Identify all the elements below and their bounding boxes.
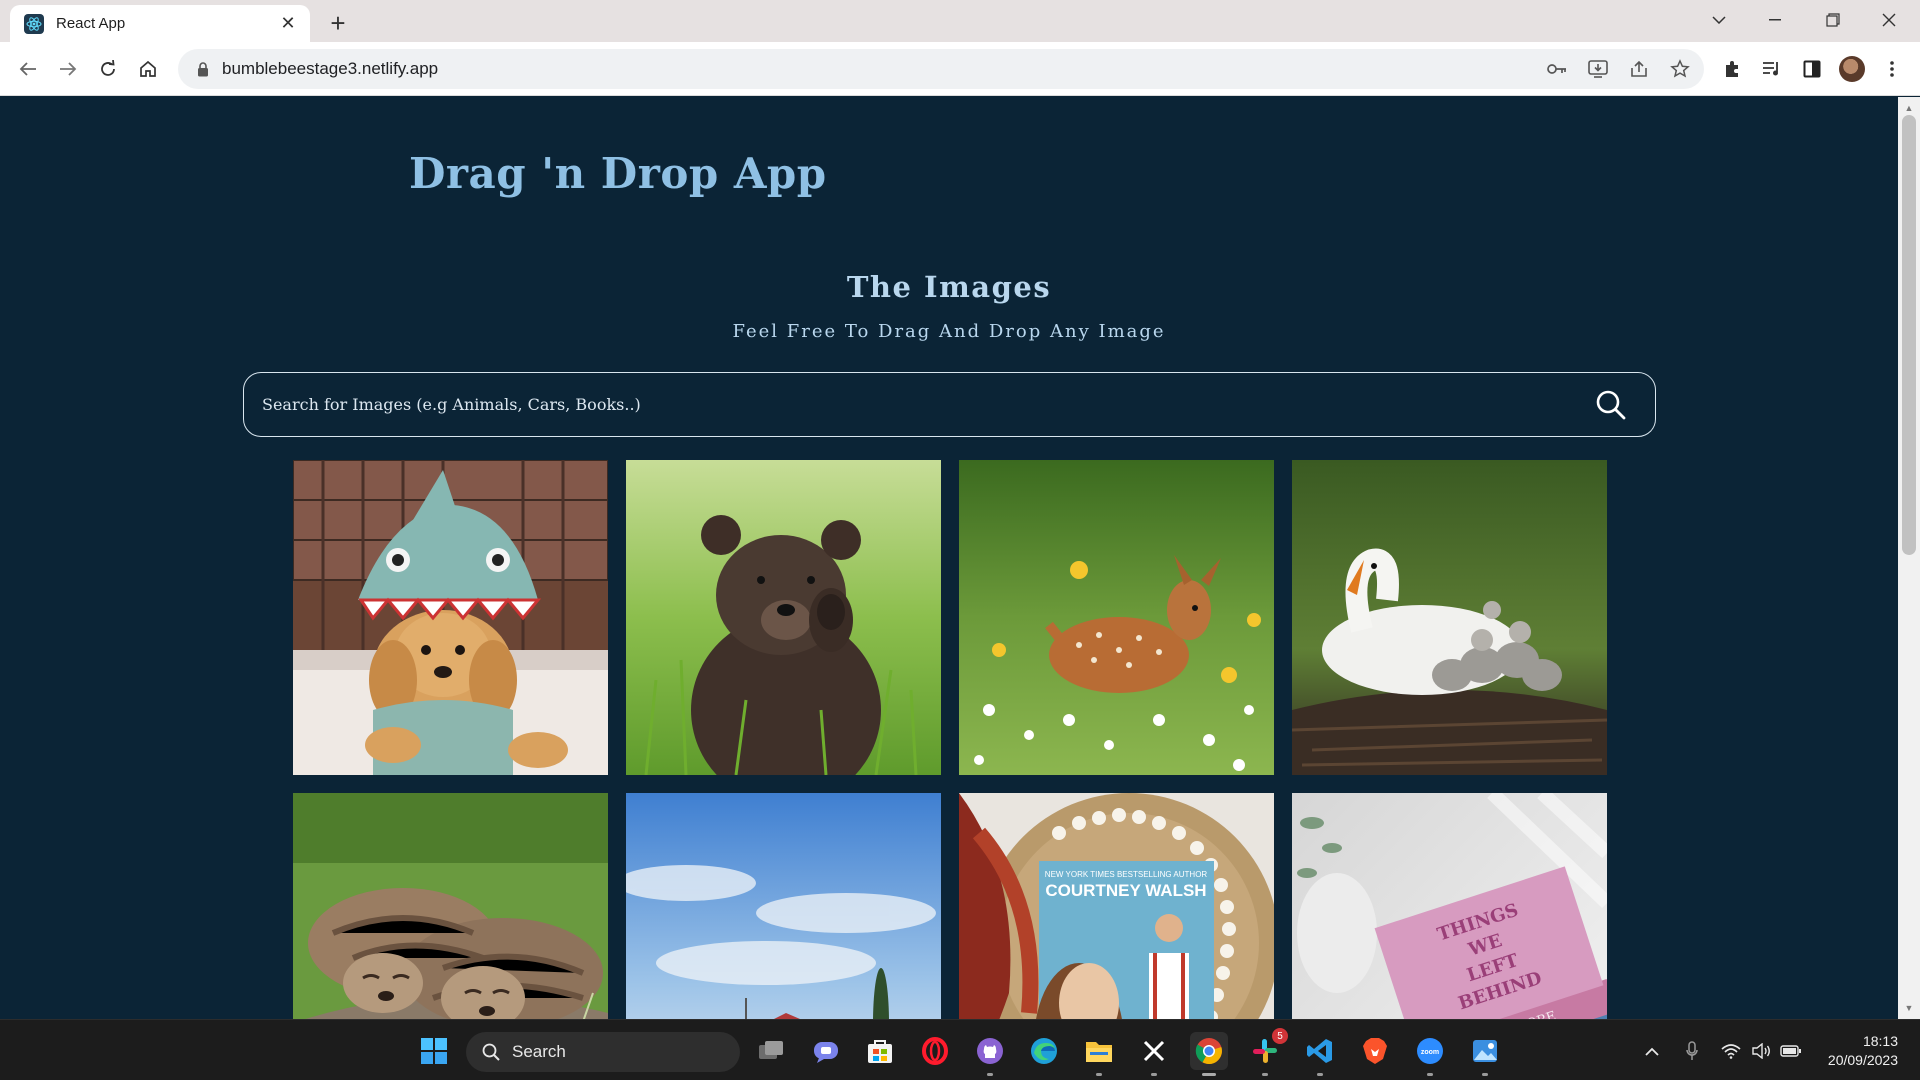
scrollbar-thumb[interactable] [1902, 115, 1916, 555]
taskbar-search-icon [482, 1043, 500, 1061]
password-key-icon[interactable] [1540, 52, 1574, 86]
puppy-shark-image [293, 460, 608, 775]
tab-search-chevron-icon[interactable] [1696, 4, 1742, 36]
image-card-fawn[interactable] [959, 460, 1274, 775]
book-tray-image: NEW YORK TIMES BESTSELLING AUTHOR COURTN… [959, 793, 1274, 1019]
bear-cub-image [626, 460, 941, 775]
image-card-book-tray[interactable]: NEW YORK TIMES BESTSELLING AUTHOR COURTN… [959, 793, 1274, 1019]
new-tab-button[interactable]: + [324, 8, 352, 38]
clock-date: 20/09/2023 [1827, 1052, 1898, 1068]
volume-icon[interactable] [1749, 1039, 1773, 1063]
image-card-bear-cub[interactable] [626, 460, 941, 775]
forward-button[interactable] [52, 53, 84, 85]
browser-tab[interactable]: React App ✕ [10, 5, 310, 42]
opera-browser-icon[interactable] [916, 1032, 954, 1070]
extensions-puzzle-icon[interactable] [1716, 53, 1748, 85]
image-card-swan[interactable] [1292, 460, 1607, 775]
minimize-button[interactable] [1752, 4, 1798, 36]
taskbar-search-box[interactable]: Search [466, 1032, 740, 1072]
side-panel-icon[interactable] [1796, 53, 1828, 85]
swan-nest-image [1292, 460, 1607, 775]
photos-app-icon[interactable] [1466, 1032, 1504, 1076]
svg-text:zoom: zoom [1421, 1049, 1439, 1056]
app-title: Drag 'n Drop App [409, 149, 827, 198]
fawn-meadow-image [959, 460, 1274, 775]
scroll-up-arrow-icon[interactable]: ▲ [1903, 102, 1915, 114]
zoom-icon[interactable]: zoom [1411, 1032, 1449, 1076]
react-favicon-icon [24, 13, 44, 34]
edge-browser-icon[interactable] [1025, 1032, 1063, 1070]
media-control-icon[interactable] [1756, 53, 1788, 85]
back-button[interactable] [12, 53, 44, 85]
chrome-browser-icon[interactable] [1190, 1032, 1228, 1076]
file-explorer-icon[interactable] [1080, 1032, 1118, 1076]
teams-chat-icon[interactable] [807, 1032, 845, 1070]
x-twitter-icon[interactable] [1135, 1032, 1173, 1076]
battery-icon[interactable] [1779, 1039, 1803, 1063]
clock-time: 18:13 [1862, 1033, 1898, 1049]
close-window-button[interactable] [1866, 4, 1912, 36]
system-clock[interactable]: 18:13 20/09/2023 [1828, 1032, 1898, 1070]
scroll-down-arrow-icon[interactable]: ▼ [1903, 1002, 1915, 1014]
windows-taskbar: Search 5 zoom 18:13 20/09/2023 [0, 1019, 1920, 1080]
install-app-icon[interactable] [1581, 52, 1615, 86]
image-grid: NEW YORK TIMES BESTSELLING AUTHOR COURTN… [293, 460, 1607, 1019]
book-author-text: COURTNEY WALSH [1045, 881, 1206, 900]
bookmark-star-icon[interactable] [1663, 52, 1697, 86]
sky-building-image [626, 793, 941, 1019]
section-title: The Images [846, 270, 1052, 304]
image-card-book-stack[interactable]: THINGS WE LEFT BEHIND LUCY SCORE [1292, 793, 1607, 1019]
vscode-icon[interactable] [1301, 1032, 1339, 1076]
image-search-input[interactable] [244, 373, 1591, 436]
slack-icon[interactable]: 5 [1246, 1028, 1288, 1076]
search-icon[interactable] [1591, 385, 1631, 425]
github-desktop-icon[interactable] [971, 1032, 1009, 1076]
address-bar[interactable]: bumblebeestage3.netlify.app [178, 49, 1704, 89]
page-content: Drag 'n Drop App The Images Feel Free To… [0, 97, 1898, 1019]
microsoft-store-icon[interactable] [861, 1032, 899, 1070]
task-view-icon[interactable] [752, 1032, 790, 1070]
browser-toolbar: bumblebeestage3.netlify.app [0, 42, 1920, 96]
show-hidden-icons-chevron-icon[interactable] [1640, 1039, 1664, 1063]
browser-menu-icon[interactable] [1876, 53, 1908, 85]
book-stack-image: THINGS WE LEFT BEHIND LUCY SCORE [1292, 793, 1607, 1019]
book-banner-text: NEW YORK TIMES BESTSELLING AUTHOR [1045, 870, 1208, 879]
otters-image [293, 793, 608, 1019]
image-card-otters[interactable] [293, 793, 608, 1019]
tab-close-icon[interactable]: ✕ [276, 12, 300, 36]
page-scrollbar[interactable]: ▲ ▼ [1898, 97, 1920, 1019]
image-card-building[interactable] [626, 793, 941, 1019]
taskbar-search-label: Search [512, 1042, 566, 1061]
share-icon[interactable] [1622, 52, 1656, 86]
section-subtitle: Feel Free To Drag And Drop Any Image [732, 321, 1166, 342]
slack-notification-badge: 5 [1272, 1028, 1288, 1044]
url-text[interactable]: bumblebeestage3.netlify.app [222, 59, 1540, 79]
windows-start-icon[interactable] [415, 1032, 453, 1070]
microphone-icon[interactable] [1680, 1039, 1704, 1063]
image-search-bar [243, 372, 1656, 437]
browser-tab-bar: React App ✕ + [0, 0, 1920, 42]
tab-title: React App [56, 15, 126, 32]
reload-button[interactable] [92, 53, 124, 85]
wifi-icon[interactable] [1719, 1039, 1743, 1063]
restore-button[interactable] [1810, 4, 1856, 36]
profile-avatar[interactable] [1836, 53, 1868, 85]
image-card-puppy[interactable] [293, 460, 608, 775]
home-button[interactable] [132, 53, 164, 85]
lock-icon[interactable] [194, 60, 212, 78]
brave-browser-icon[interactable] [1356, 1032, 1394, 1070]
